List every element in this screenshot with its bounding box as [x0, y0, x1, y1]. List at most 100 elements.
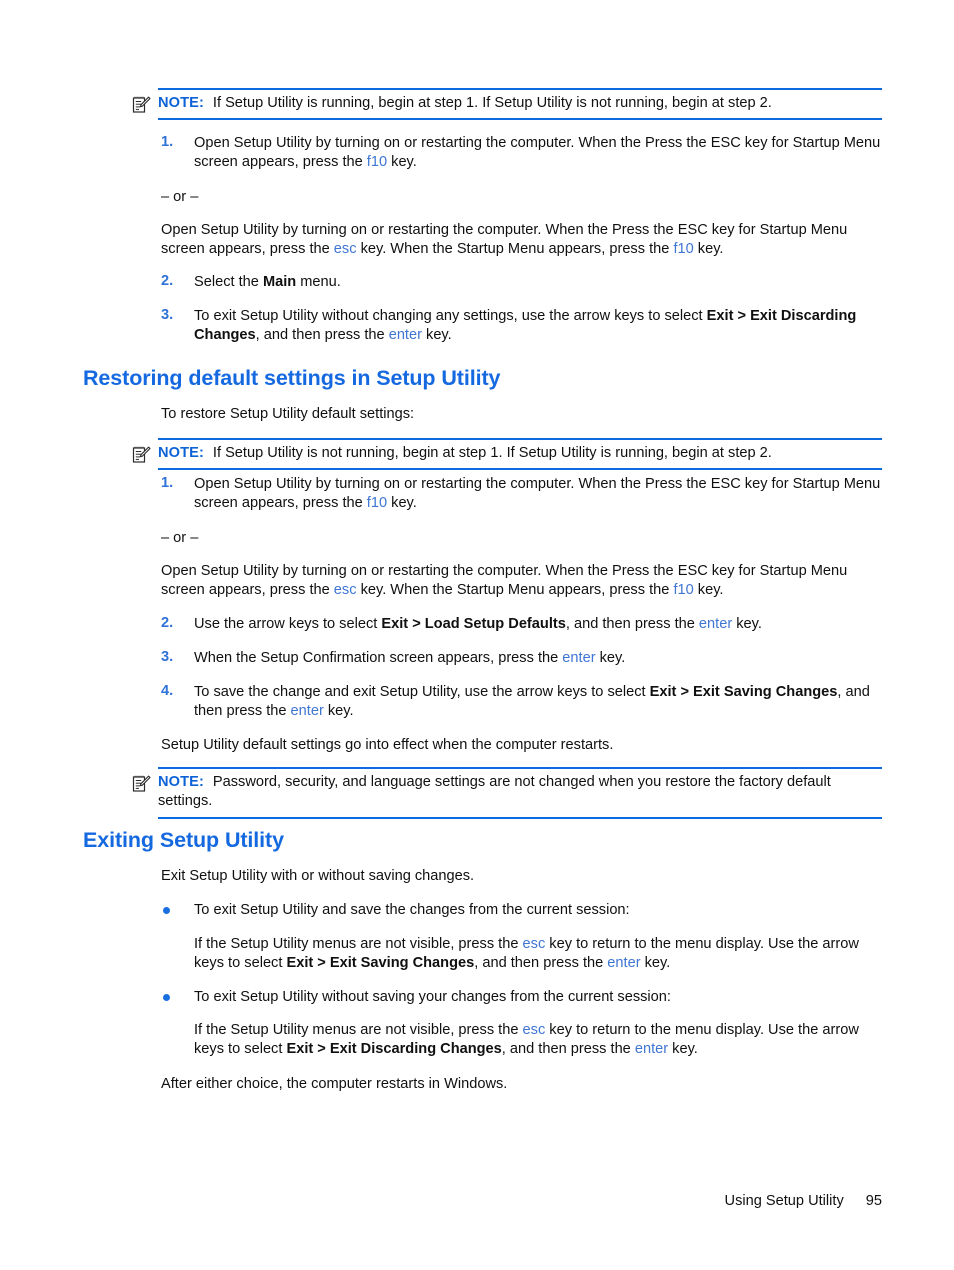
alt-step-text-part: key.	[693, 582, 724, 599]
step-text-part: key.	[421, 327, 452, 344]
note-text-3: NOTE: Password, security, and language se…	[158, 773, 882, 812]
note-box-1: NOTE: If Setup Utility is running, begin …	[132, 88, 882, 121]
step-item: 1. Open Setup Utility by turning on or r…	[161, 134, 883, 173]
footer-section-title: Using Setup Utility	[724, 1193, 844, 1209]
step-text-part: , and then press the	[565, 616, 699, 632]
note-body-text: If Setup Utility is not running, begin a…	[212, 445, 772, 461]
bullet-detail-text: If the Setup Utility menus are not visib…	[194, 1021, 883, 1060]
key-enter: enter	[634, 1041, 669, 1058]
step-text-part: To save the change and exit Setup Utilit…	[194, 684, 650, 700]
exit-closing-text: After either choice, the computer restar…	[161, 1076, 508, 1092]
key-f10: f10	[673, 241, 694, 258]
step-number: 2.	[161, 273, 174, 289]
alt-step-text-part: key.	[693, 241, 724, 258]
note-rule-bottom	[158, 468, 882, 471]
step-number: 1.	[161, 475, 174, 491]
footer-page-number: 95	[865, 1193, 882, 1209]
key-enter: enter	[290, 703, 324, 720]
list-item: To exit Setup Utility and save the chang…	[161, 901, 883, 920]
restore-intro-text: To restore Setup Utility default setting…	[161, 406, 415, 422]
menu-path: Exit > Exit Discarding Changes	[286, 1041, 502, 1058]
key-f10: f10	[366, 495, 388, 512]
bullet-dot-icon	[163, 907, 170, 914]
key-enter: enter	[388, 327, 422, 344]
bullet-detail-part: key.	[668, 1041, 698, 1058]
key-enter: enter	[562, 650, 596, 666]
step-text: Use the arrow keys to select Exit > Load…	[194, 615, 883, 634]
step-text-part: menu.	[296, 274, 341, 290]
step-text: To save the change and exit Setup Utilit…	[194, 683, 883, 722]
step-text-part: key.	[387, 154, 417, 171]
alt-step-text-part: key. When the Startup Menu appears, pres…	[356, 582, 674, 599]
note-box-3: NOTE: Password, security, and language se…	[132, 767, 882, 819]
bullet-detail-part: , and then press the	[501, 1041, 635, 1058]
note-text-2: NOTE: If Setup Utility is not running, be…	[158, 444, 882, 463]
step-item: 4. To save the change and exit Setup Uti…	[161, 683, 883, 722]
key-f10: f10	[673, 582, 694, 599]
note-text-1: NOTE: If Setup Utility is running, begin …	[158, 94, 882, 113]
alt-step-text-part: key. When the Startup Menu appears, pres…	[356, 241, 674, 258]
step-text-part: Open Setup Utility by turning on or rest…	[194, 135, 881, 171]
step-text-part: key.	[732, 616, 762, 632]
step-number: 1.	[161, 134, 174, 150]
alt-step-text: Open Setup Utility by turning on or rest…	[161, 221, 883, 260]
step-text: Select the Main menu.	[194, 273, 883, 292]
notepad-pencil-icon	[132, 96, 151, 114]
key-enter: enter	[607, 955, 641, 972]
bullet-detail-text: If the Setup Utility menus are not visib…	[194, 935, 883, 974]
step-text-part: Select the	[194, 274, 263, 290]
step-item: 2. Select the Main menu.	[161, 273, 883, 292]
or-divider: – or –	[161, 530, 199, 546]
note-rule-bottom	[158, 118, 882, 121]
menu-path: Exit > Exit Saving Changes	[286, 955, 475, 972]
key-esc: esc	[522, 936, 546, 952]
step-item: 1. Open Setup Utility by turning on or r…	[161, 475, 883, 514]
note-label: NOTE:	[158, 774, 204, 790]
step-text: Open Setup Utility by turning on or rest…	[194, 475, 883, 514]
step-number: 2.	[161, 615, 174, 631]
list-item: To exit Setup Utility without saving you…	[161, 988, 883, 1007]
key-esc: esc	[522, 1022, 546, 1038]
heading-restoring-default-settings: Restoring default settings in Setup Util…	[83, 366, 501, 390]
document-page: NOTE: If Setup Utility is running, begin …	[0, 0, 954, 1270]
step-number: 3.	[161, 649, 174, 665]
key-enter: enter	[698, 616, 733, 632]
step-text-part: , and then press the	[255, 327, 389, 344]
step-number: 4.	[161, 683, 174, 699]
restore-closing-text: Setup Utility default settings go into e…	[161, 737, 614, 753]
step-text-part: To exit Setup Utility without changing a…	[194, 308, 707, 324]
note-rule-bottom	[158, 816, 882, 819]
step-item: 3. When the Setup Confirmation screen ap…	[161, 649, 883, 668]
step-text-part: Open Setup Utility by turning on or rest…	[194, 476, 881, 512]
or-divider: – or –	[161, 189, 199, 205]
bullet-label: To exit Setup Utility and save the chang…	[194, 902, 630, 918]
note-box-2: NOTE: If Setup Utility is not running, be…	[132, 438, 882, 471]
page-footer: Using Setup Utility 95	[725, 1193, 882, 1209]
bullet-label: To exit Setup Utility without saving you…	[194, 989, 671, 1005]
step-item: 2. Use the arrow keys to select Exit > L…	[161, 615, 883, 634]
key-f10: f10	[366, 154, 388, 171]
bullet-detail-part: If the Setup Utility menus are not visib…	[194, 936, 523, 952]
bullet-detail-part: If the Setup Utility menus are not visib…	[194, 1022, 523, 1038]
note-body-text: Password, security, and language setting…	[212, 774, 783, 790]
step-text-part: When the Setup Confirmation screen appea…	[194, 650, 563, 666]
heading-exiting-setup-utility: Exiting Setup Utility	[83, 828, 284, 852]
step-text: Open Setup Utility by turning on or rest…	[194, 134, 883, 173]
note-label: NOTE:	[158, 95, 204, 111]
step-text-part: key.	[323, 703, 354, 720]
key-esc: esc	[333, 582, 357, 599]
step-text-part: key.	[387, 495, 417, 512]
menu-path: Exit > Exit Saving Changes	[649, 684, 838, 700]
bullet-detail-part: key.	[640, 955, 671, 972]
note-label: NOTE:	[158, 445, 204, 461]
step-text: To exit Setup Utility without changing a…	[194, 307, 883, 346]
step-item: 3. To exit Setup Utility without changin…	[161, 307, 883, 346]
bullet-detail-part: , and then press the	[474, 955, 608, 972]
step-text: When the Setup Confirmation screen appea…	[194, 649, 883, 668]
notepad-pencil-icon	[132, 446, 151, 464]
key-esc: esc	[333, 241, 357, 258]
menu-path: Exit > Load Setup Defaults	[381, 616, 566, 632]
alt-step-text: Open Setup Utility by turning on or rest…	[161, 562, 883, 601]
notepad-pencil-icon	[132, 775, 151, 793]
step-text-part: Use the arrow keys to select	[194, 616, 382, 632]
